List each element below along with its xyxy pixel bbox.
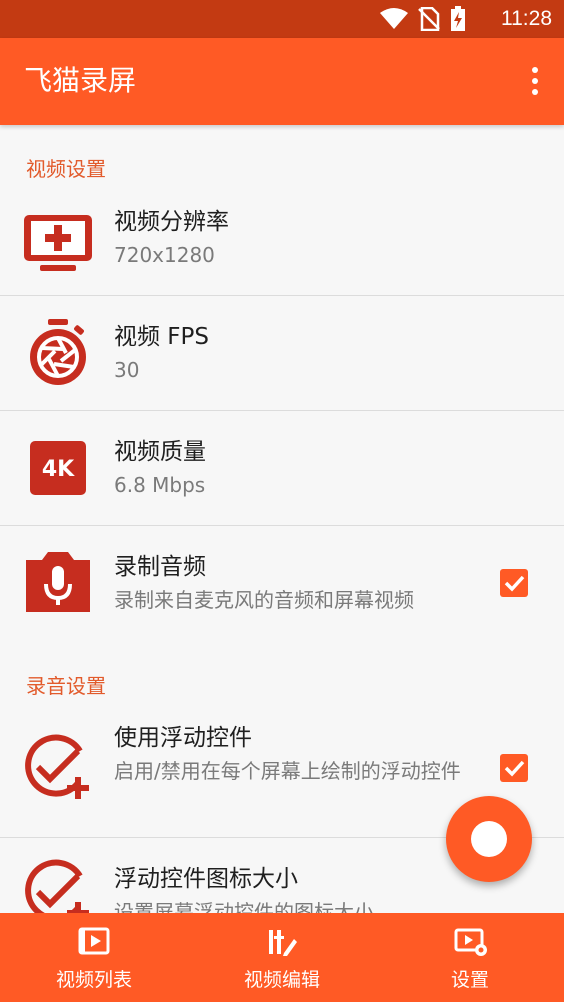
- app-title: 飞猫录屏: [24, 64, 137, 97]
- setting-video-fps[interactable]: 视频 FPS 30: [0, 296, 564, 410]
- audio-checkbox[interactable]: [500, 569, 528, 597]
- 4k-icon: 4K: [30, 441, 86, 495]
- status-time: 11:28: [501, 7, 552, 30]
- setting-title: 视频质量: [114, 439, 206, 465]
- section-header-video: 视频设置: [26, 157, 106, 181]
- nav-item-settings[interactable]: 设置: [376, 913, 564, 1002]
- status-icons: [380, 6, 466, 32]
- setting-title: 录制音频: [114, 554, 206, 580]
- no-sim-icon: [418, 7, 440, 31]
- floating-checkbox[interactable]: [500, 754, 528, 782]
- setting-title: 使用浮动控件: [114, 725, 252, 751]
- record-fab-button[interactable]: [446, 796, 532, 882]
- check-plus-icon: [25, 859, 89, 913]
- checkmark-icon: [504, 760, 525, 777]
- setting-value: 30: [114, 358, 140, 382]
- nav-label: 设置: [450, 969, 489, 991]
- nav-label: 视频列表: [55, 969, 132, 991]
- microphone-icon: [26, 552, 90, 612]
- setting-record-audio[interactable]: 录制音频 录制来自麦克风的音频和屏幕视频: [0, 526, 564, 640]
- setting-title: 视频分辨率: [114, 209, 229, 235]
- setting-value: 录制来自麦克风的音频和屏幕视频: [114, 588, 414, 612]
- setting-title: 浮动控件图标大小: [114, 866, 298, 892]
- monitor-plus-icon: [24, 215, 92, 271]
- stopwatch-shutter-icon: [30, 319, 86, 385]
- setting-title: 视频 FPS: [114, 324, 210, 350]
- app-bar: 飞猫录屏: [0, 38, 564, 125]
- checkmark-icon: [504, 575, 525, 592]
- settings-list: 视频设置 视频分辨率 720x1280 视频 FPS 30 4K 视频质量 6.…: [0, 125, 564, 913]
- record-icon: [471, 821, 507, 857]
- settings-video-icon: [454, 928, 487, 956]
- setting-video-quality[interactable]: 4K 视频质量 6.8 Mbps: [0, 411, 564, 525]
- wifi-icon: [380, 8, 408, 29]
- setting-value: 6.8 Mbps: [114, 473, 206, 497]
- setting-video-resolution[interactable]: 视频分辨率 720x1280: [0, 195, 564, 295]
- check-plus-icon: [25, 734, 89, 799]
- video-list-icon: [78, 927, 110, 955]
- bottom-nav: 视频列表 视频编辑 设置: [0, 913, 564, 1002]
- nav-item-video-edit[interactable]: 视频编辑: [188, 913, 376, 1002]
- nav-label: 视频编辑: [243, 969, 320, 991]
- status-bar: 11:28: [0, 0, 564, 38]
- setting-value: 720x1280: [114, 243, 215, 267]
- setting-value: 启用/禁用在每个屏幕上绘制的浮动控件: [114, 759, 461, 783]
- more-vert-icon[interactable]: [526, 65, 544, 97]
- nav-item-video-list[interactable]: 视频列表: [0, 913, 188, 1002]
- battery-charging-icon: [451, 6, 465, 31]
- svg-text:4K: 4K: [42, 457, 75, 482]
- video-edit-icon: [269, 930, 297, 956]
- section-header-recording: 录音设置: [26, 674, 106, 698]
- setting-value: 设置屏幕浮动控件的图标大小: [114, 900, 374, 913]
